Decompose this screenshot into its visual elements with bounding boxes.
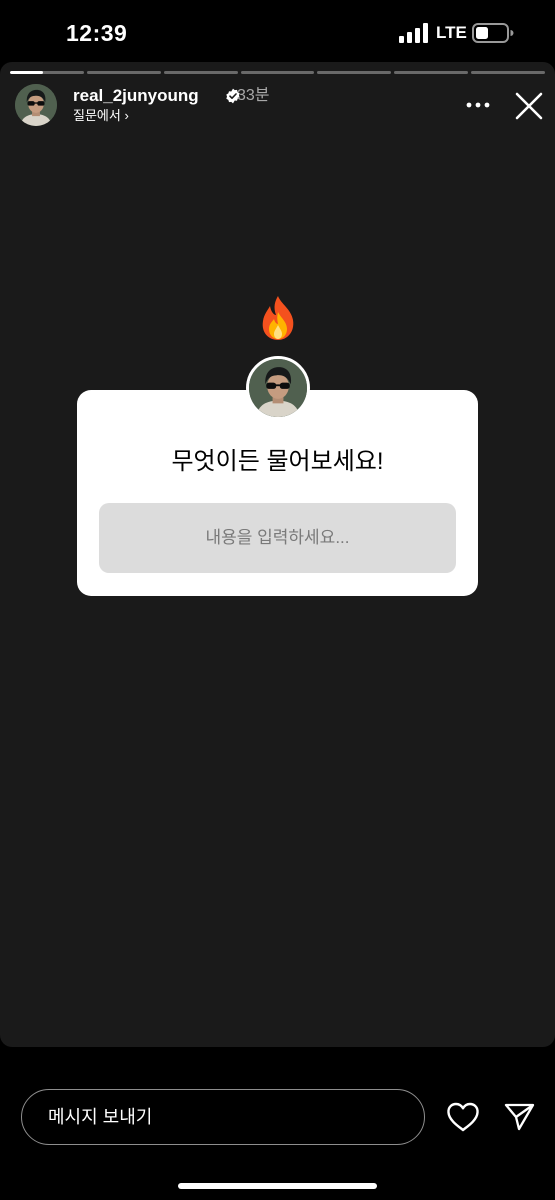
question-box-avatar [246, 356, 310, 420]
status-time: 12:39 [66, 20, 128, 46]
avatar[interactable] [15, 84, 57, 126]
progress-segment [317, 71, 392, 74]
username[interactable]: real_2junyoung [73, 85, 199, 107]
heart-icon[interactable] [446, 1102, 480, 1132]
status-bar: 12:39 LTE [0, 0, 555, 62]
question-source-link[interactable]: 질문에서 › [73, 107, 129, 125]
send-message-input[interactable] [21, 1089, 425, 1145]
question-answer-input[interactable] [99, 503, 456, 573]
network-label: LTE [436, 23, 467, 42]
progress-segment [86, 71, 161, 74]
progress-segment [240, 71, 315, 74]
more-options-icon[interactable] [465, 98, 491, 112]
story-header: real_2junyoung 33분 질문에서 › [15, 84, 545, 128]
fire-emoji-icon [262, 296, 294, 340]
reply-bar [0, 1060, 555, 1170]
progress-segment [163, 71, 238, 74]
question-box[interactable]: 무엇이든 물어보세요! [77, 390, 478, 596]
home-indicator [178, 1183, 377, 1189]
question-prompt: 무엇이든 물어보세요! [171, 448, 384, 475]
send-icon[interactable] [503, 1102, 535, 1132]
progress-segment [471, 71, 546, 74]
post-time: 33분 [237, 87, 270, 104]
close-icon[interactable] [513, 90, 545, 122]
signal-bars-icon [399, 23, 428, 43]
progress-segment [10, 71, 84, 74]
progress-segment [394, 71, 469, 74]
story-viewer[interactable]: real_2junyoung 33분 질문에서 › 무엇이든 물어보세요! [0, 62, 555, 1047]
progress-segment-fill [10, 71, 44, 74]
story-progress-bar [10, 71, 546, 74]
battery-icon [472, 23, 514, 43]
